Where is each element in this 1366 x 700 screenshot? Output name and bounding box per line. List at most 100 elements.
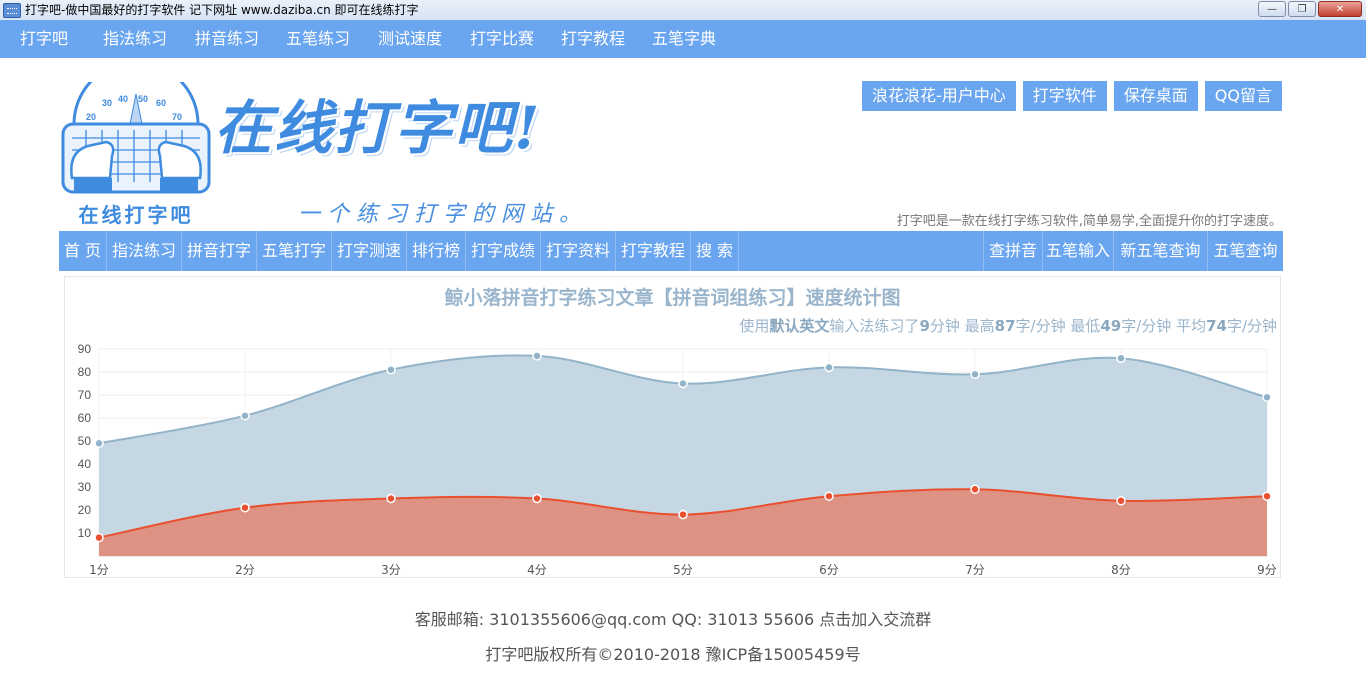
qq-message-button[interactable]: QQ留言	[1204, 81, 1282, 111]
y-tick-label: 30	[78, 480, 92, 494]
gauge-label: 40	[118, 94, 128, 104]
stats-minutes: 9	[919, 317, 930, 335]
series-0-point	[824, 362, 834, 373]
nav-item-search[interactable]: 搜 索	[691, 231, 739, 271]
x-tick-label: 7分	[965, 563, 985, 577]
series-1-point	[532, 493, 542, 504]
stats-min-unit: 字/分钟 平均	[1121, 317, 1207, 335]
logo-caption: 在线打字吧	[79, 203, 194, 227]
nav-item-wubi-input[interactable]: 五笔输入	[1042, 231, 1113, 271]
stats-input-method: 默认英文	[769, 317, 830, 335]
keyboard-app-icon	[3, 3, 21, 18]
nav-item-speed-test[interactable]: 打字测速	[332, 231, 407, 271]
gauge-label: 50	[138, 94, 148, 104]
y-tick-label: 80	[78, 365, 92, 379]
series-0-point	[386, 364, 396, 375]
gauge-label: 60	[156, 98, 166, 108]
maximize-button[interactable]: ❐	[1288, 1, 1316, 17]
top-nav-home[interactable]: 打字吧	[20, 20, 68, 58]
top-nav-pinyin[interactable]: 拼音练习	[195, 20, 259, 58]
nav-item-wubi-lookup[interactable]: 五笔查询	[1207, 231, 1283, 271]
practice-stats: 使用默认英文输入法练习了9分钟 最高87字/分钟 最低49字/分钟 平均74字/…	[739, 315, 1277, 336]
x-tick-label: 3分	[381, 563, 401, 577]
top-nav-wubi[interactable]: 五笔练习	[286, 20, 350, 58]
main-nav: 首 页 指法练习 拼音打字 五笔打字 打字测速 排行榜 打字成绩 打字资料 打字…	[59, 231, 1283, 271]
series-1-point	[1116, 496, 1126, 506]
footer-copyright: 打字吧版权所有©2010-2018 豫ICP备15005459号	[485, 645, 861, 664]
x-tick-label: 9分	[1257, 563, 1277, 577]
window-titlebar: 打字吧-做中国最好的打字软件 记下网址 www.daziba.cn 即可在线练打…	[0, 0, 1366, 21]
top-nav-fingering[interactable]: 指法练习	[103, 20, 167, 58]
nav-item-pinyin-lookup[interactable]: 查拼音	[983, 231, 1042, 271]
series-0-point	[240, 410, 250, 421]
window-title: 打字吧-做中国最好的打字软件 记下网址 www.daziba.cn 即可在线练打…	[25, 3, 419, 17]
minimize-button[interactable]: —	[1258, 1, 1286, 17]
series-0-point	[1116, 353, 1126, 363]
site-slogan: 一个练习打字的网站。	[298, 202, 589, 227]
gauge-label: 70	[172, 112, 182, 122]
top-nav-tutorial[interactable]: 打字教程	[561, 20, 625, 58]
top-nav-contest[interactable]: 打字比赛	[470, 20, 534, 58]
chart-title: 鲸小落拼音打字练习文章【拼音词组练习】速度统计图	[444, 287, 901, 309]
x-tick-label: 8分	[1111, 563, 1131, 577]
save-desktop-button[interactable]: 保存桌面	[1113, 81, 1198, 111]
nav-item-tutorial[interactable]: 打字教程	[616, 231, 691, 271]
x-tick-label: 2分	[235, 563, 255, 577]
y-tick-label: 20	[78, 503, 92, 517]
speed-chart-panel: 10 20 30 40 50 60 70 80 90 1分 2分 3分 4分 5分 6分 7分 8分 9分 鲸小落…	[64, 276, 1281, 578]
nav-item-ranking[interactable]: 排行榜	[407, 231, 466, 271]
x-tick-label: 1分	[89, 563, 109, 577]
window-controls: — ❐ ✕	[1256, 1, 1362, 17]
user-center-button[interactable]: 浪花浪花-用户中心	[861, 81, 1016, 111]
close-button[interactable]: ✕	[1318, 1, 1362, 17]
gauge-label: 20	[86, 112, 96, 122]
y-tick-label: 60	[78, 411, 92, 425]
series-0-point	[94, 438, 104, 449]
site-logo[interactable]: 20 30 40 50 60 70 在线打字吧	[60, 82, 212, 230]
app-top-nav: 打字吧 指法练习 拼音练习 五笔练习 测试速度 打字比赛 打字教程 五笔字典	[0, 20, 1366, 58]
site-intro: 打字吧是一款在线打字练习软件,简单易学,全面提升你的打字速度。	[896, 214, 1282, 229]
stats-avg: 74	[1206, 317, 1227, 335]
series-1-point	[678, 509, 688, 520]
nav-item-pinyin[interactable]: 拼音打字	[182, 231, 257, 271]
stats-minutes-unit: 分钟 最高	[929, 317, 995, 335]
series-1-point	[386, 493, 396, 504]
nav-item-fingering[interactable]: 指法练习	[107, 231, 182, 271]
x-tick-label: 6分	[819, 563, 839, 577]
stats-avg-unit: 字/分钟	[1226, 317, 1277, 335]
left-cuff	[74, 178, 112, 192]
nav-item-wubi[interactable]: 五笔打字	[257, 231, 332, 271]
nav-item-home[interactable]: 首 页	[59, 231, 107, 271]
stats-min: 49	[1100, 317, 1122, 335]
stats-max-unit: 字/分钟 最低	[1015, 317, 1101, 335]
nav-item-materials[interactable]: 打字资料	[541, 231, 616, 271]
y-tick-label: 90	[78, 342, 92, 356]
x-tick-label: 4分	[527, 563, 547, 577]
y-tick-label: 40	[78, 457, 92, 471]
top-nav-wubi-dictionary[interactable]: 五笔字典	[652, 20, 716, 58]
series-0-point	[1262, 392, 1272, 403]
header-links: 浪花浪花-用户中心 打字软件 保存桌面 QQ留言	[861, 81, 1282, 111]
stats-prefix: 使用	[739, 317, 770, 335]
nav-item-results[interactable]: 打字成绩	[466, 231, 541, 271]
typing-software-button[interactable]: 打字软件	[1022, 81, 1107, 111]
series-0-point	[532, 351, 542, 361]
y-tick-label: 70	[78, 388, 92, 402]
series-1-point	[824, 491, 834, 501]
series-1-point	[1262, 491, 1272, 501]
right-cuff	[160, 178, 198, 192]
y-tick-label: 50	[78, 434, 92, 448]
y-tick-label: 10	[78, 526, 92, 540]
nav-item-new-wubi-lookup[interactable]: 新五笔查询	[1113, 231, 1207, 271]
series-1-point	[970, 484, 980, 495]
series-1-point	[240, 502, 250, 513]
footer-contact[interactable]: 客服邮箱: 3101355606@qq.com QQ: 31013 55606 …	[0, 606, 1346, 630]
top-nav-speed-test[interactable]: 测试速度	[378, 20, 442, 58]
series-1-point	[94, 532, 104, 543]
stats-max: 87	[994, 317, 1016, 335]
brand-title: 在线打字吧!	[214, 94, 542, 162]
gauge-label: 30	[102, 98, 112, 108]
series-0-point	[970, 369, 980, 380]
stats-middle: 输入法练习了	[829, 317, 920, 335]
series-0-point	[678, 378, 688, 389]
